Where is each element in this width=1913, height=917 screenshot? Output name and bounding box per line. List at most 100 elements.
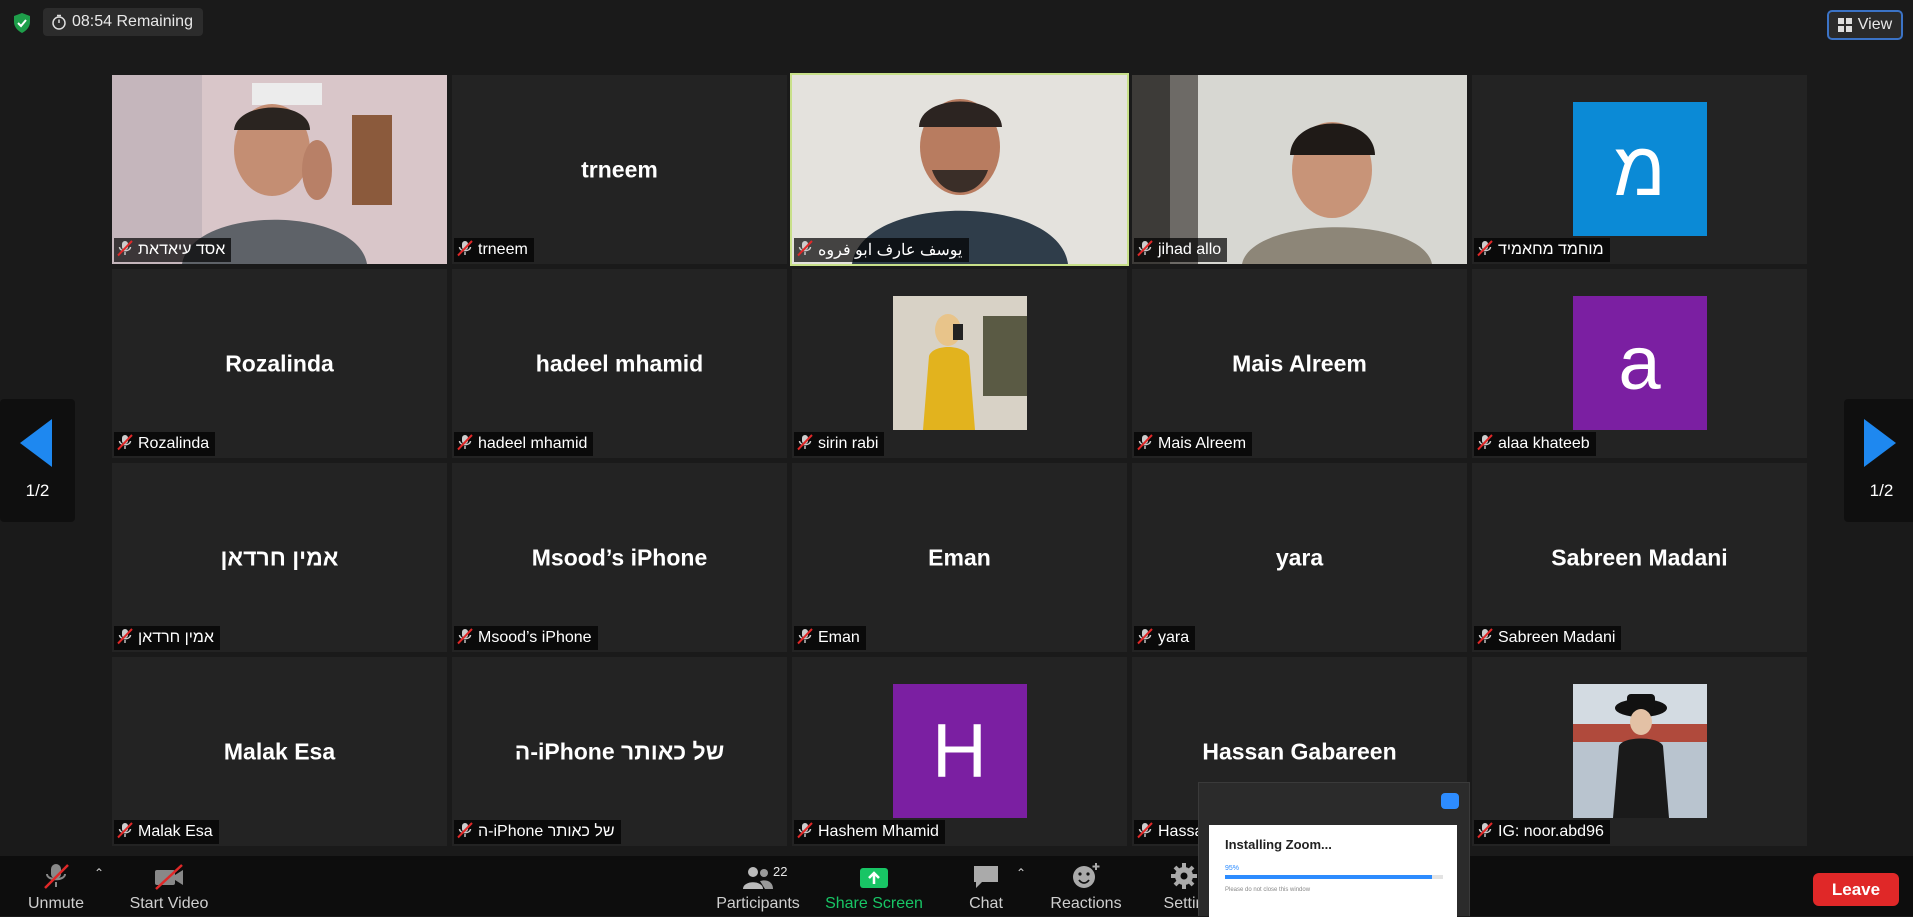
page-indicator-right: 1/2: [1869, 481, 1894, 500]
participant-tile[interactable]: Rozalinda Rozalinda: [112, 269, 447, 458]
participant-name: מוחמד מחאמיד: [1498, 241, 1604, 258]
participant-name: Msood’s iPhone: [478, 629, 592, 646]
participant-name: ה-iPhone של כאותר: [478, 823, 615, 840]
share-screen-button[interactable]: Share Screen: [824, 856, 924, 916]
participant-name-tag: IG: noor.abd96: [1474, 820, 1610, 844]
view-button[interactable]: View: [1827, 10, 1903, 40]
participant-tile[interactable]: Sabreen Madani Sabreen Madani: [1472, 463, 1807, 652]
install-progress-fill: [1225, 875, 1433, 879]
participant-display-name: trneem: [581, 156, 658, 182]
previous-page-button[interactable]: 1/2: [0, 399, 75, 522]
installing-zoom-popup: Installing Zoom... 95% Please do not clo…: [1198, 782, 1470, 917]
unmute-label: Unmute: [27, 895, 85, 912]
participant-name: Malak Esa: [138, 823, 213, 840]
participant-name-tag: Malak Esa: [114, 820, 219, 844]
participant-avatar: מ: [1572, 102, 1707, 236]
muted-microphone-icon: [796, 239, 814, 262]
participant-display-name: Msood’s iPhone: [531, 544, 708, 570]
participant-name: אמין חרדאן: [138, 629, 214, 646]
reactions-smiley-icon: [1073, 863, 1100, 888]
muted-microphone-icon: [796, 627, 814, 650]
install-progress-bar: [1225, 875, 1443, 879]
participant-tile[interactable]: Eman Eman: [792, 463, 1127, 652]
top-bar: 08:54 Remaining View: [0, 0, 1913, 44]
share-screen-label: Share Screen: [825, 895, 923, 912]
participant-name: Sabreen Madani: [1498, 629, 1616, 646]
participant-display-name: ה-iPhone של כאותר: [514, 738, 725, 764]
participant-tile[interactable]: מ מוחמד מחאמיד: [1472, 75, 1807, 264]
timer-text: 08:54 Remaining: [72, 13, 193, 30]
participant-tile[interactable]: a alaa khateeb: [1472, 269, 1807, 458]
participant-name: jihad allo: [1158, 241, 1222, 258]
participant-tile[interactable]: Msood’s iPhone Msood’s iPhone: [452, 463, 787, 652]
participant-name: Eman: [818, 629, 860, 646]
gallery-grid: אסד עיאדאת trneem trneem يوسف عارف ابو فروه…: [112, 73, 1807, 846]
participant-name-tag: sirin rabi: [794, 432, 885, 456]
view-label: View: [1857, 16, 1893, 33]
participant-name-tag: يوسف عارف ابو فروه: [794, 238, 969, 262]
participant-tile[interactable]: hadeel mhamid hadeel mhamid: [452, 269, 787, 458]
participant-avatar: a: [1572, 296, 1707, 430]
muted-microphone-icon: [1476, 239, 1494, 262]
participant-display-name: Malak Esa: [223, 738, 336, 764]
participant-name-tag: trneem: [454, 238, 534, 262]
leave-button[interactable]: Leave: [1813, 873, 1899, 906]
participants-button[interactable]: Participants: [712, 856, 804, 916]
zoom-logo-icon: [1441, 793, 1459, 809]
participant-tile[interactable]: Malak Esa Malak Esa: [112, 657, 447, 846]
participant-name: alaa khateeb: [1498, 435, 1590, 452]
muted-microphone-icon: [796, 821, 814, 844]
participants-count: 22: [773, 864, 788, 879]
participant-name: אסד עיאדאת: [138, 241, 226, 258]
security-shield-icon[interactable]: [12, 12, 32, 34]
participant-tile[interactable]: אמין חרדאן אמין חרדאן: [112, 463, 447, 652]
muted-microphone-icon: [456, 239, 474, 262]
participant-tile[interactable]: Mais Alreem Mais Alreem: [1132, 269, 1467, 458]
participant-tile[interactable]: yara yara: [1132, 463, 1467, 652]
participant-display-name: אמין חרדאן: [220, 544, 339, 570]
muted-microphone-icon: [116, 627, 134, 650]
participant-display-name: Hassan Gabareen: [1202, 738, 1397, 764]
participant-tile[interactable]: jihad allo: [1132, 75, 1467, 264]
gallery-grid-icon: [1837, 18, 1852, 32]
microphone-muted-icon: [44, 864, 69, 889]
muted-microphone-icon: [1136, 821, 1154, 844]
participant-tile[interactable]: אסד עיאדאת: [112, 75, 447, 264]
participant-name-tag: Rozalinda: [114, 432, 216, 456]
next-page-button[interactable]: 1/2: [1844, 399, 1913, 522]
participant-display-name: Eman: [928, 544, 991, 570]
start-video-button[interactable]: Start Video: [126, 856, 212, 916]
participant-tile[interactable]: يوسف عارف ابو فروه: [790, 73, 1129, 266]
chat-bubble-icon: [974, 866, 998, 888]
participant-tile[interactable]: sirin rabi: [792, 269, 1127, 458]
participants-label: Participants: [716, 895, 800, 912]
participant-tile[interactable]: H Hashem Mhamid: [792, 657, 1127, 846]
video-camera-off-icon: [155, 864, 183, 890]
muted-microphone-icon: [116, 239, 134, 262]
stopwatch-icon: [52, 14, 66, 30]
participant-name-tag: Msood’s iPhone: [454, 626, 598, 650]
chat-label: Chat: [969, 895, 1003, 912]
participant-name: hadeel mhamid: [478, 435, 588, 452]
install-title: Installing Zoom...: [1225, 837, 1332, 852]
participant-name: yara: [1158, 629, 1190, 646]
reactions-label: Reactions: [1050, 895, 1122, 912]
participant-name-tag: Eman: [794, 626, 866, 650]
unmute-button[interactable]: Unmute: [20, 856, 92, 916]
reactions-button[interactable]: Reactions: [1046, 856, 1126, 916]
participant-name: sirin rabi: [818, 435, 879, 452]
participant-display-name: yara: [1275, 544, 1324, 570]
participant-tile[interactable]: ה-iPhone של כאותר ה-iPhone של כאותר: [452, 657, 787, 846]
audio-options-chevron-icon[interactable]: ⌃: [94, 866, 104, 880]
muted-microphone-icon: [456, 627, 474, 650]
participant-tile[interactable]: IG: noor.abd96: [1472, 657, 1807, 846]
participant-tile[interactable]: trneem trneem: [452, 75, 787, 264]
page-indicator-left: 1/2: [25, 481, 50, 500]
share-screen-icon: [860, 868, 888, 888]
start-video-label: Start Video: [129, 895, 209, 912]
install-progress-card: Installing Zoom... 95% Please do not clo…: [1209, 825, 1457, 917]
chat-button[interactable]: Chat: [962, 856, 1010, 916]
muted-microphone-icon: [1476, 821, 1494, 844]
muted-microphone-icon: [1476, 433, 1494, 456]
chat-options-chevron-icon[interactable]: ⌃: [1016, 866, 1026, 880]
